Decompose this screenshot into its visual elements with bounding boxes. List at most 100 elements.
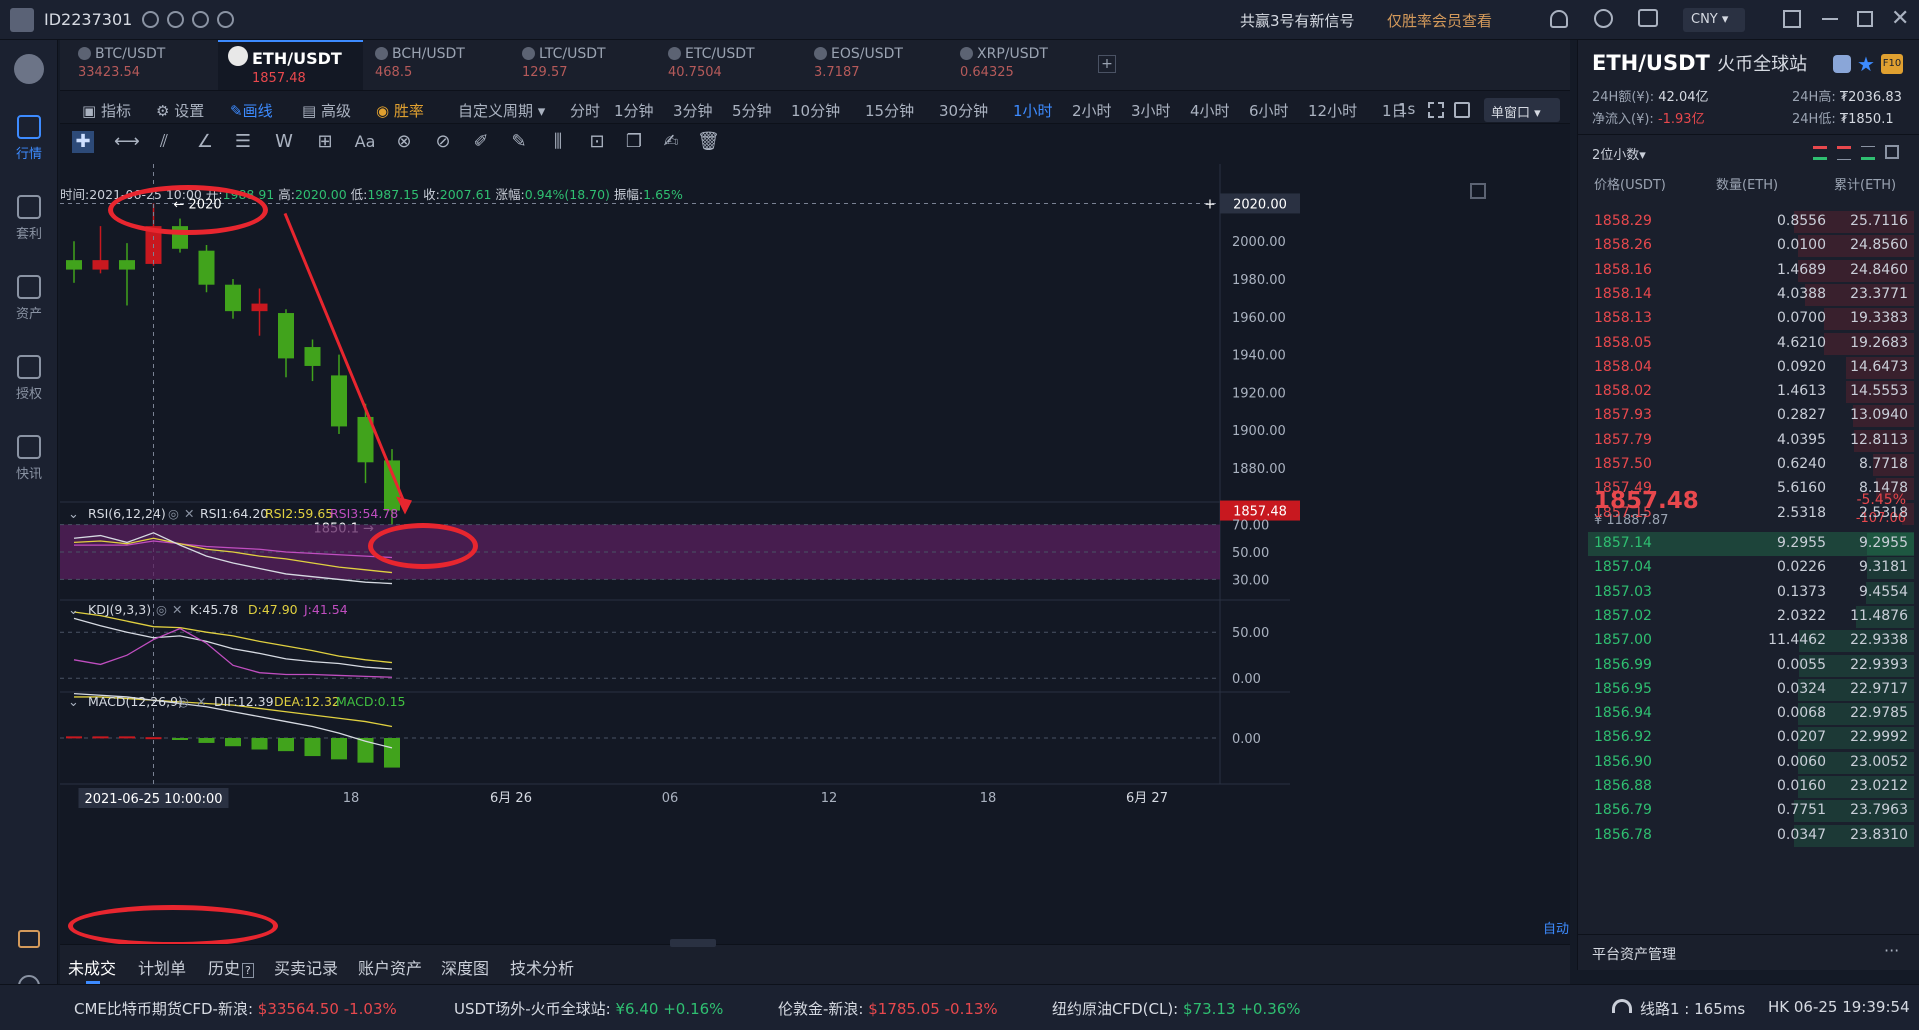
advanced-button[interactable]: ▤ 高级 — [302, 100, 351, 121]
ask-row[interactable]: 1858.02 1.4613 14.5553 — [1588, 380, 1914, 404]
auto-axis-toggle[interactable]: 自动 — [1543, 918, 1569, 937]
copy-tool-icon[interactable]: ❐ — [623, 131, 645, 153]
view-both-icon[interactable] — [1813, 146, 1827, 160]
bid-row[interactable]: 1857.03 0.1373 9.4554 — [1588, 581, 1914, 605]
period-option[interactable]: 10分钟 — [791, 100, 840, 121]
period-option[interactable]: 12小时 — [1308, 100, 1357, 121]
period-option[interactable]: 分时 — [570, 100, 600, 121]
tab-bch[interactable]: BCH/USDT 468.5 — [375, 46, 465, 92]
bid-row[interactable]: 1857.04 0.0226 9.3181 — [1588, 556, 1914, 580]
candle-tool-icon[interactable]: ⫼ — [547, 131, 569, 153]
trend-line-tool-icon[interactable]: ⫽ — [153, 131, 175, 153]
period-option[interactable]: 4小时 — [1190, 100, 1230, 121]
tab-btc[interactable]: BTC/USDT 33423.54 — [78, 46, 165, 92]
sidebar-item-authorize[interactable]: 授权 — [0, 355, 58, 402]
lock-tool-icon[interactable]: ⊡ — [586, 131, 608, 153]
edit-tool-icon[interactable]: ✍ — [660, 131, 682, 153]
ticker-item[interactable]: USDT场外-火币全球站: ¥6.40 +0.16% — [454, 998, 723, 1019]
period-option[interactable]: 1小时 — [1013, 100, 1053, 121]
measure-tool-icon[interactable]: ⊞ — [314, 131, 336, 153]
shirt-icon[interactable] — [1638, 9, 1658, 27]
text-tool-icon[interactable]: Aa — [354, 131, 376, 153]
bid-row[interactable]: 1857.02 2.0322 11.4876 — [1588, 605, 1914, 629]
tab-account-assets[interactable]: 账户资产 — [358, 955, 422, 979]
bid-row[interactable]: 1856.88 0.0160 23.0212 — [1588, 775, 1914, 799]
bid-row[interactable]: 1857.00 11.4462 22.9338 — [1588, 629, 1914, 653]
bid-row[interactable]: 1857.14 9.2955 9.2955 — [1588, 532, 1914, 556]
window-mode-select[interactable]: 单窗口 ▾ — [1484, 98, 1560, 122]
add-tab-button[interactable]: + — [1098, 55, 1116, 73]
period-option[interactable]: 2小时 — [1072, 100, 1112, 121]
ticker-item[interactable]: 伦敦金-新浪: $1785.05 -0.13% — [778, 998, 998, 1019]
bell-icon[interactable] — [1550, 10, 1568, 28]
horizontal-line-tool-icon[interactable]: ⟷ — [114, 131, 140, 153]
period-option[interactable]: 3分钟 — [673, 100, 713, 121]
bid-row[interactable]: 1856.78 0.0347 23.8310 — [1588, 824, 1914, 848]
signal-notice[interactable]: 共赢3号有新信号 — [1240, 10, 1355, 31]
view-switch-icon[interactable] — [1885, 145, 1899, 159]
check-icon[interactable] — [192, 11, 210, 28]
brush-tool-icon[interactable]: ✎ — [508, 131, 530, 153]
wave-tool-icon[interactable]: W — [273, 131, 295, 153]
member-notice[interactable]: 仅胜率会员查看 — [1387, 10, 1492, 31]
tab-plan-orders[interactable]: 计划单 — [138, 955, 186, 979]
snapshot-icon[interactable] — [1454, 102, 1470, 118]
ask-row[interactable]: 1858.04 0.0920 14.6473 — [1588, 356, 1914, 380]
interval-button[interactable]: 1s — [1398, 100, 1415, 118]
ring-tool-icon[interactable]: ⊘ — [432, 131, 454, 153]
ask-row[interactable]: 1858.14 4.0388 23.3771 — [1588, 283, 1914, 307]
ticker-item[interactable]: 纽约原油CFD(CL): $73.13 +0.36% — [1052, 998, 1301, 1019]
sidebar-item-market[interactable]: 行情 — [0, 115, 58, 162]
bell-alert-icon[interactable] — [1833, 55, 1851, 73]
trash-tool-icon[interactable]: 🗑 — [697, 131, 720, 153]
user-avatar[interactable] — [10, 8, 34, 32]
ask-row[interactable]: 1858.16 1.4689 24.8460 — [1588, 259, 1914, 283]
pattern-tool-icon[interactable]: ⊗ — [393, 131, 415, 153]
angle-tool-icon[interactable]: ∠ — [194, 131, 216, 153]
tab-eth[interactable]: ETH/USDT 1857.48 — [228, 46, 342, 92]
period-option[interactable]: 5分钟 — [732, 100, 772, 121]
bid-row[interactable]: 1856.79 0.7751 23.7963 — [1588, 799, 1914, 823]
restore-icon[interactable] — [1857, 11, 1873, 27]
shield-icon[interactable] — [167, 11, 185, 28]
sidebar-item-assets[interactable]: 资产 — [0, 275, 58, 322]
indicator-button[interactable]: ▣ 指标 — [82, 100, 131, 121]
tab-technical-analysis[interactable]: 技术分析 — [510, 955, 574, 979]
tab-etc[interactable]: ETC/USDT 40.7504 — [668, 46, 755, 92]
custom-period-select[interactable]: 自定义周期 ▾ — [458, 100, 545, 121]
ask-row[interactable]: 1858.05 4.6210 19.2683 — [1588, 332, 1914, 356]
window-toggle-icon[interactable] — [1783, 10, 1801, 28]
minimize-icon[interactable] — [1822, 18, 1838, 20]
ruler-tool-icon[interactable]: ✐ — [470, 131, 492, 153]
ask-row[interactable]: 1858.26 0.0100 24.8560 — [1588, 234, 1914, 258]
ticker-item[interactable]: CME比特币期货CFD-新浪: $33564.50 -1.03% — [74, 998, 397, 1019]
view-asks-icon[interactable] — [1837, 146, 1851, 160]
price-chart[interactable]: 2000.00 1980.00 1960.00 1940.00 1920.00 1900.… — [60, 164, 1570, 954]
tab-ltc[interactable]: LTC/USDT 129.57 — [522, 46, 606, 92]
ask-row[interactable]: 1857.93 0.2827 13.0940 — [1588, 404, 1914, 428]
period-option[interactable]: 15分钟 — [865, 100, 914, 121]
bid-row[interactable]: 1856.94 0.0068 22.9785 — [1588, 702, 1914, 726]
ask-row[interactable]: 1857.50 0.6240 8.7718 — [1588, 453, 1914, 477]
draw-button[interactable]: ✎画线 — [230, 100, 273, 121]
diamond-icon[interactable] — [18, 930, 40, 948]
panel-collapse-handle[interactable] — [670, 939, 716, 947]
parallel-lines-tool-icon[interactable]: ☰ — [232, 131, 254, 153]
ask-row[interactable]: 1857.79 4.0395 12.8113 — [1588, 429, 1914, 453]
bid-row[interactable]: 1856.95 0.0324 22.9717 — [1588, 678, 1914, 702]
period-option[interactable]: 3小时 — [1131, 100, 1171, 121]
period-option[interactable]: 1分钟 — [614, 100, 654, 121]
f10-icon[interactable]: F10 — [1881, 54, 1903, 74]
star-icon[interactable]: ★ — [1857, 52, 1875, 76]
phone-icon[interactable] — [217, 11, 235, 28]
crosshair-tool-icon[interactable]: ✚ — [72, 131, 94, 153]
sidebar-item-arbitrage[interactable]: 套利 — [0, 195, 58, 242]
bid-row[interactable]: 1856.92 0.0207 22.9992 — [1588, 726, 1914, 750]
ask-row[interactable]: 1857.15 2.5318 2.5318 — [1588, 502, 1914, 526]
currency-select[interactable]: CNY ▾ — [1683, 8, 1745, 32]
more-icon[interactable]: ··· — [1884, 941, 1899, 960]
tab-depth-chart[interactable]: 深度图 — [441, 955, 489, 979]
vip-icon[interactable] — [142, 11, 159, 28]
tab-eos[interactable]: EOS/USDT 3.7187 — [814, 46, 903, 92]
ask-row[interactable]: 1858.29 0.8556 25.7116 — [1588, 210, 1914, 234]
